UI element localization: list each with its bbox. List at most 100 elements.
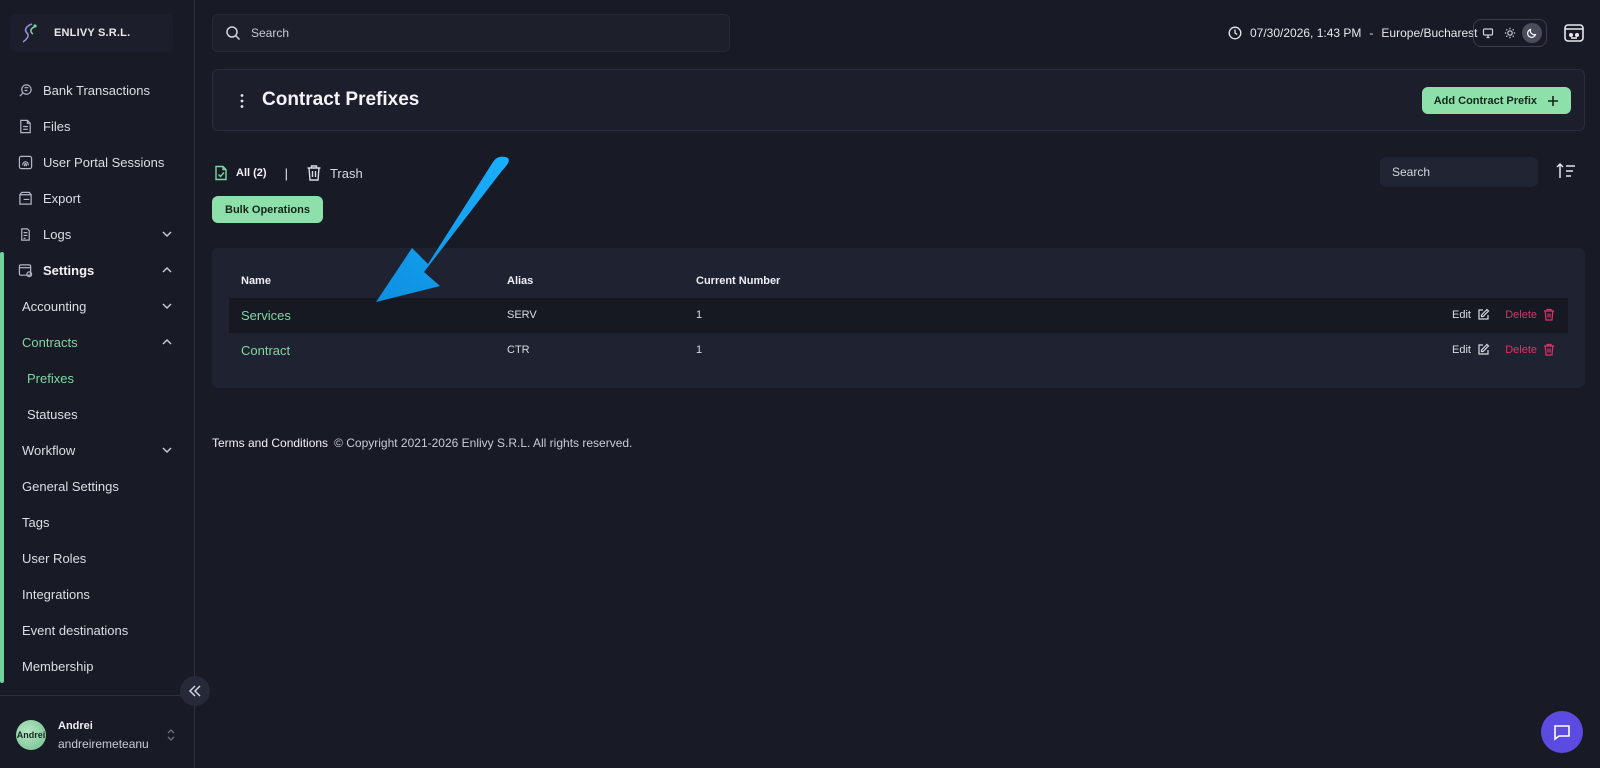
sidebar-item-statuses[interactable]: Statuses xyxy=(0,396,195,432)
theme-switcher xyxy=(1473,19,1547,47)
edit-button[interactable]: Edit xyxy=(1452,343,1490,356)
edit-label: Edit xyxy=(1452,343,1471,356)
sidebar-item-logs[interactable]: Logs xyxy=(0,216,195,252)
collapse-sidebar-button[interactable] xyxy=(180,676,210,706)
sidebar-item-label: Statuses xyxy=(27,406,78,422)
column-header-alias[interactable]: Alias xyxy=(507,275,533,287)
file-icon xyxy=(20,119,31,133)
sidebar-item-label: Files xyxy=(43,118,71,134)
datetime-text: 07/30/2026, 1:43 PM xyxy=(1250,26,1362,40)
sidebar-item-settings[interactable]: Settings xyxy=(0,252,195,288)
chat-icon xyxy=(1554,725,1570,741)
chevron-down-icon[interactable] xyxy=(161,444,173,456)
delete-label: Delete xyxy=(1505,343,1537,356)
sidebar-item-tags[interactable]: Tags xyxy=(0,504,195,540)
user-menu[interactable]: Andrei Andrei andreiremeteanu xyxy=(16,712,186,758)
settings-icon xyxy=(18,263,33,277)
sidebar-item-accounting[interactable]: Accounting xyxy=(0,288,195,324)
chat-button[interactable] xyxy=(1541,711,1583,753)
table-search-input[interactable] xyxy=(1380,157,1538,187)
search-input[interactable] xyxy=(251,26,691,40)
sidebar-item-prefixes[interactable]: Prefixes xyxy=(0,360,195,396)
chevron-down-icon[interactable] xyxy=(161,228,173,240)
more-vertical-icon[interactable] xyxy=(239,93,245,109)
fingerprint-icon xyxy=(18,155,33,169)
sidebar-item-general-settings[interactable]: General Settings xyxy=(0,468,195,504)
sidebar-divider xyxy=(0,695,195,696)
edit-icon xyxy=(1478,343,1490,355)
copyright-text: © Copyright 2021-2026 Enlivy S.R.L. All … xyxy=(334,436,633,450)
add-contract-prefix-button[interactable]: Add Contract Prefix xyxy=(1421,87,1571,114)
sidebar-item-label: Workflow xyxy=(22,442,76,458)
row-alias: CTR xyxy=(507,344,530,356)
terms-link[interactable]: Terms and Conditions xyxy=(212,436,328,450)
trash-icon xyxy=(1544,308,1554,321)
sidebar-item-label: Integrations xyxy=(22,586,90,602)
chevron-down-icon[interactable] xyxy=(161,300,173,312)
sidebar-nav: Bank Transactions Files User Portal Sess… xyxy=(0,72,195,684)
monitor-icon xyxy=(1482,28,1494,39)
sidebar-item-event-destinations[interactable]: Event destinations xyxy=(0,612,195,648)
sidebar-item-membership[interactable]: Membership xyxy=(0,648,195,684)
moon-icon xyxy=(1527,28,1537,38)
edit-icon xyxy=(1478,308,1490,320)
sidebar-item-label: Contracts xyxy=(22,334,78,350)
page-title: Contract Prefixes xyxy=(262,89,420,110)
sidebar-item-workflow[interactable]: Workflow xyxy=(0,432,195,468)
trash-icon xyxy=(1544,343,1554,356)
sidebar-item-user-portal-sessions[interactable]: User Portal Sessions xyxy=(0,144,195,180)
sidebar-item-label: General Settings xyxy=(22,478,119,494)
sun-icon xyxy=(1504,27,1516,39)
filter-separator: | xyxy=(284,165,288,181)
footer: Terms and Conditions © Copyright 2021-20… xyxy=(212,436,632,450)
export-icon xyxy=(19,191,32,205)
file-check-icon xyxy=(215,165,227,181)
bulk-operations-button[interactable]: Bulk Operations xyxy=(212,196,323,223)
sidebar-item-files[interactable]: Files xyxy=(0,108,195,144)
chevron-up-icon[interactable] xyxy=(161,336,173,348)
filter-all-tab[interactable]: All (2) xyxy=(214,165,267,181)
theme-system-button[interactable] xyxy=(1478,23,1498,43)
sidebar-item-bank-transactions[interactable]: Bank Transactions xyxy=(0,72,195,108)
sidebar-item-label: Settings xyxy=(43,262,95,278)
add-contract-prefix-label: Add Contract Prefix xyxy=(1433,94,1537,107)
filter-trash-tab[interactable]: Trash xyxy=(306,164,363,182)
prefixes-table: Name Alias Current Number Services SERV … xyxy=(212,248,1585,388)
logs-icon xyxy=(21,227,30,241)
clock-icon xyxy=(1228,26,1242,40)
sidebar-item-label: Logs xyxy=(43,226,72,242)
app-window-icon[interactable] xyxy=(1563,22,1585,44)
user-email: andreiremeteanu xyxy=(58,737,149,751)
delete-button[interactable]: Delete xyxy=(1505,308,1555,321)
chevron-up-icon[interactable] xyxy=(161,264,173,276)
bank-transactions-icon xyxy=(19,83,32,97)
sidebar-item-label: Prefixes xyxy=(27,370,74,386)
theme-light-button[interactable] xyxy=(1500,23,1520,43)
table-row: Contract CTR 1 Edit Delete xyxy=(229,333,1568,368)
edit-button[interactable]: Edit xyxy=(1452,308,1490,321)
sidebar-item-integrations[interactable]: Integrations xyxy=(0,576,195,612)
table-row: Services SERV 1 Edit Delete xyxy=(229,298,1568,333)
theme-dark-button[interactable] xyxy=(1522,23,1542,43)
sidebar-item-label: Tags xyxy=(22,514,50,530)
global-search[interactable] xyxy=(212,14,730,52)
org-switcher[interactable]: ENLIVY S.R.L. xyxy=(10,14,173,52)
sidebar-item-label: User Portal Sessions xyxy=(43,154,165,170)
sidebar-item-user-roles[interactable]: User Roles xyxy=(0,540,195,576)
row-name-link[interactable]: Contract xyxy=(241,343,290,358)
row-name-link[interactable]: Services xyxy=(241,308,291,323)
column-header-current-number[interactable]: Current Number xyxy=(696,275,780,287)
sidebar-item-contracts[interactable]: Contracts xyxy=(0,324,195,360)
search-icon xyxy=(226,26,241,41)
delete-button[interactable]: Delete xyxy=(1505,343,1555,356)
sidebar-item-export[interactable]: Export xyxy=(0,180,195,216)
trash-icon xyxy=(307,165,321,181)
delete-label: Delete xyxy=(1505,308,1537,321)
column-header-name[interactable]: Name xyxy=(241,275,271,287)
filter-tabs: All (2) | Trash xyxy=(214,162,363,184)
avatar: Andrei xyxy=(16,720,46,750)
filter-all-label: All (2) xyxy=(236,167,267,179)
sort-icon[interactable] xyxy=(1556,162,1576,180)
sidebar: ENLIVY S.R.L. Bank Transactions Files Us… xyxy=(0,0,195,768)
chevron-up-down-icon[interactable] xyxy=(166,728,176,742)
